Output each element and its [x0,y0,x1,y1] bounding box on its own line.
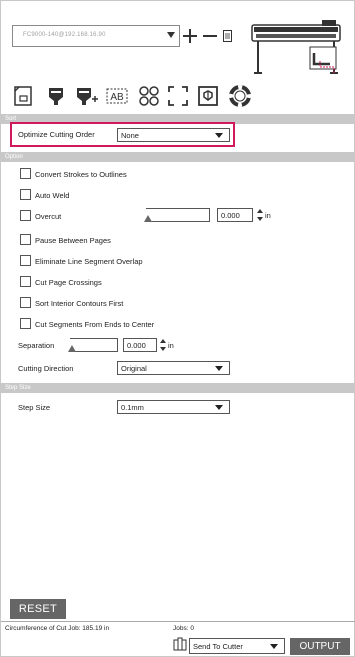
jobs-text: Jobs: 0 [173,625,194,632]
overcut-value: 0.000 [221,211,240,220]
separation-slider-thumb[interactable] [68,345,76,352]
eliminate-overlap-label: Eliminate Line Segment Overlap [35,257,143,266]
sort-interior-label: Sort Interior Contours First [35,299,124,308]
overcut-slider-thumb[interactable] [144,215,152,222]
device-selector-value: FC9000-140@192.168.16.90 [23,32,106,38]
cutting-direction-select[interactable]: Original [117,361,230,375]
chevron-down-icon [270,644,278,649]
auto-weld-checkbox[interactable] [20,189,31,200]
advanced-cut-settings-icon[interactable] [73,83,99,109]
cutting-direction-value: Original [121,364,147,373]
convert-strokes-label: Convert Strokes to Outlines [35,170,127,179]
registration-marks-icon[interactable] [136,83,162,109]
cutting-direction-label: Cutting Direction [18,364,74,373]
auto-weld-label: Auto Weld [35,191,70,200]
overcut-slider[interactable] [144,208,210,222]
device-selector[interactable]: FC9000-140@192.168.16.90 [12,25,180,47]
optimize-cutting-order-select[interactable]: None [117,128,230,142]
cut-segments-checkbox[interactable] [20,318,31,329]
page-setup-icon[interactable] [11,83,37,109]
chevron-down-icon [215,133,223,138]
circumference-text: Circumference of Cut Job: 185.19 in [5,625,110,632]
cut-page-crossings-label: Cut Page Crossings [35,278,102,287]
send-to-select[interactable]: Send To Cutter [189,638,285,654]
separation-value: 0.000 [127,341,146,350]
step-size-select[interactable]: 0.1mm [117,400,230,414]
crop-marks-icon[interactable] [165,83,191,109]
chevron-down-icon [215,366,223,371]
optimize-cutting-order-value: None [121,131,139,140]
reset-button[interactable]: RESET [10,599,66,619]
device-area: FC9000-140@192.168.16.90 [1,1,355,79]
cut-segments-label: Cut Segments From Ends to Center [35,320,155,329]
chevron-down-icon [167,32,175,38]
separation-value-input[interactable]: 0.000 [123,338,157,352]
step-size-section-header: Step Size [1,383,355,393]
pause-between-pages-checkbox[interactable] [20,234,31,245]
cutter-icon [251,20,341,74]
separation-slider-track [70,338,118,352]
overcut-checkbox[interactable] [20,210,31,221]
footer-divider [1,621,355,622]
option-section-header: Option [1,152,355,162]
toolbar: AB [1,83,355,113]
overcut-value-input[interactable]: 0.000 [217,208,253,222]
eliminate-overlap-checkbox[interactable] [20,255,31,266]
pause-between-pages-label: Pause Between Pages [35,236,111,245]
sort-interior-checkbox[interactable] [20,297,31,308]
app-window: FC9000-140@192.168.16.90 AB Sort Optimiz… [0,0,355,657]
output-button[interactable]: OUTPUT [290,638,350,655]
overcut-slider-track [146,208,210,222]
overcut-spinner[interactable] [257,209,263,221]
cut-settings-icon[interactable] [43,83,69,109]
send-to-value: Send To Cutter [193,642,243,651]
chevron-down-icon [215,405,223,410]
send-to-cutter-icon [173,637,187,651]
step-size-label: Step Size [18,403,51,412]
separation-spinner[interactable] [160,339,166,351]
overcut-label: Overcut [35,212,62,221]
separation-label: Separation [18,341,55,350]
separation-unit: in [168,341,174,350]
convert-strokes-checkbox[interactable] [20,168,31,179]
remove-device-button[interactable] [201,25,219,47]
svg-text:AB: AB [110,92,124,103]
overcut-unit: in [265,211,271,220]
document-icon[interactable] [223,30,233,42]
design-settings-icon[interactable] [195,83,221,109]
separation-slider[interactable] [68,338,118,352]
optimize-cutting-order-label: Optimize Cutting Order [18,130,95,139]
cut-page-crossings-checkbox[interactable] [20,276,31,287]
lifebuoy-icon[interactable] [227,83,253,109]
ab-text-icon[interactable]: AB [104,83,130,109]
add-device-button[interactable] [181,25,199,47]
step-size-value: 0.1mm [121,403,144,412]
